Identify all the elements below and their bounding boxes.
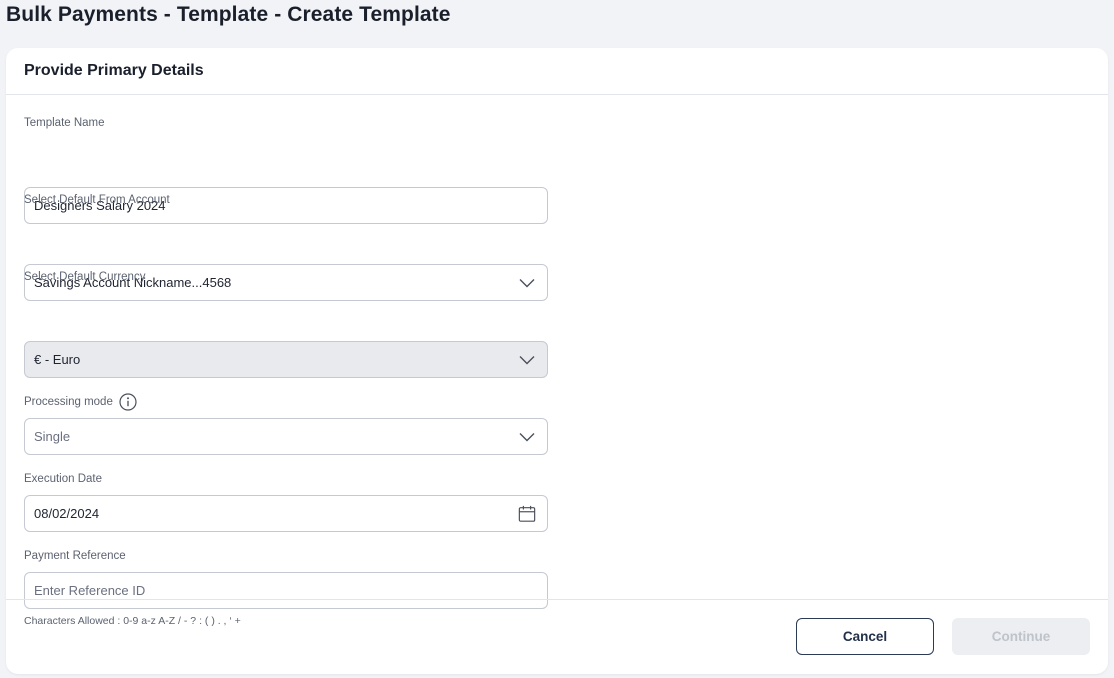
cancel-button[interactable]: Cancel <box>796 618 934 655</box>
chevron-down-icon <box>518 351 536 369</box>
currency-select: € - Euro <box>24 341 548 378</box>
from-account-label-text: Select Default From Account <box>24 194 170 206</box>
template-name-label-text: Template Name <box>24 117 105 129</box>
continue-button[interactable]: Continue <box>952 618 1090 655</box>
calendar-icon[interactable] <box>518 505 536 523</box>
currency-label: Select Default Currency <box>24 271 145 283</box>
card-footer: Cancel Continue <box>6 599 1108 674</box>
card-header: Provide Primary Details <box>6 48 1108 95</box>
chevron-down-icon[interactable] <box>518 274 536 292</box>
execution-date-label-text: Execution Date <box>24 473 102 485</box>
currency-label-text: Select Default Currency <box>24 271 146 283</box>
processing-mode-select[interactable]: Single <box>24 418 548 455</box>
currency-value: € - Euro <box>34 352 81 367</box>
chevron-down-icon[interactable] <box>518 428 536 446</box>
page-title: Bulk Payments - Template - Create Templa… <box>6 3 451 26</box>
processing-mode-value[interactable]: Single <box>34 429 518 444</box>
payment-reference-label-text: Payment Reference <box>24 550 126 562</box>
payment-reference-input[interactable] <box>34 583 538 598</box>
processing-mode-label-text: Processing mode <box>24 396 113 408</box>
from-account-label: Select Default From Account <box>24 194 170 206</box>
primary-details-card: Provide Primary Details Template Name De… <box>6 48 1108 674</box>
template-name-label: Template Name <box>24 117 105 129</box>
execution-date-label: Execution Date <box>24 473 102 485</box>
card-title: Provide Primary Details <box>24 62 204 79</box>
info-icon[interactable] <box>119 393 137 411</box>
execution-date-value[interactable]: 08/02/2024 <box>34 506 518 521</box>
execution-date-field[interactable]: 08/02/2024 <box>24 495 548 532</box>
processing-mode-label: Processing mode <box>24 393 137 411</box>
payment-reference-label: Payment Reference <box>24 550 126 562</box>
